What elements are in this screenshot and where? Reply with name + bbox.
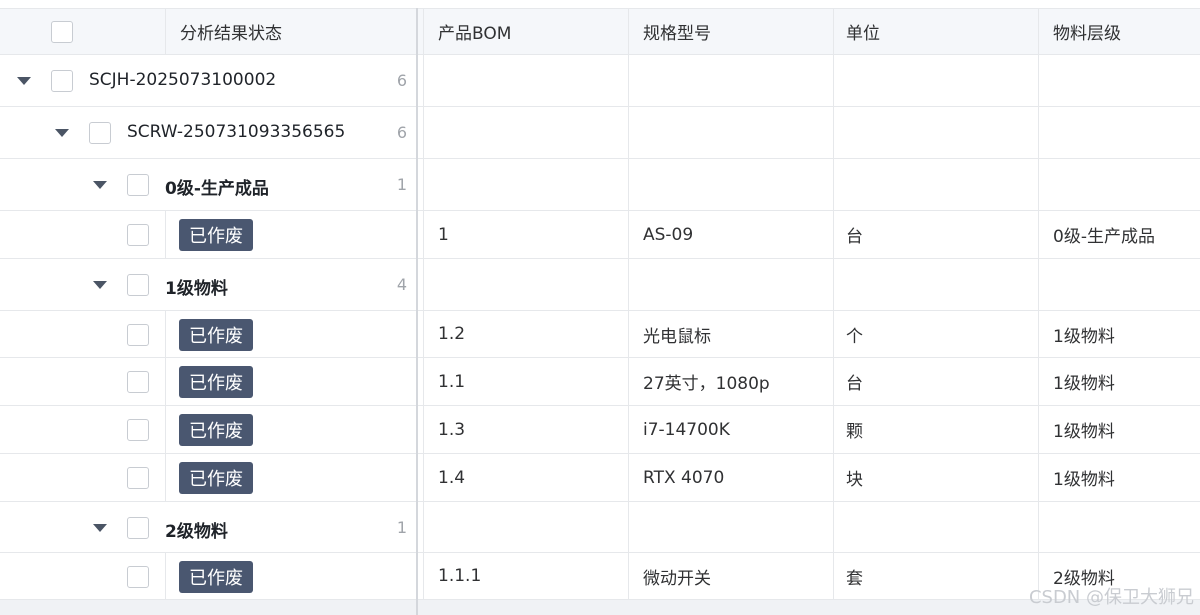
status-badge: 已作废 bbox=[179, 366, 253, 398]
group-row[interactable]: 2级物料 1 bbox=[0, 502, 1200, 553]
cell-level: 1级物料 bbox=[1053, 374, 1115, 394]
cell-bom: 1.2 bbox=[438, 324, 466, 344]
table-row[interactable]: 已作废 1.1.1 微动开关套 2级物料 bbox=[0, 553, 1200, 600]
status-badge: 已作废 bbox=[179, 561, 253, 593]
cell-level: 1级物料 bbox=[1053, 470, 1115, 490]
column-header-level[interactable]: 物料层级 bbox=[1053, 19, 1121, 44]
group-count: 6 bbox=[396, 71, 407, 90]
group-count: 4 bbox=[396, 275, 407, 294]
group-count: 6 bbox=[396, 123, 407, 142]
cell-unit: 块 bbox=[846, 470, 863, 490]
tree-grid: 分析结果状态 产品BOM 规格型号 单位 物料层级 SCJH-202507310… bbox=[0, 0, 1200, 615]
cell-unit: 台 bbox=[846, 374, 863, 394]
cell-spec: 27英寸，1080p bbox=[643, 374, 770, 394]
cell-level: 1级物料 bbox=[1053, 422, 1115, 442]
row-checkbox[interactable] bbox=[127, 566, 149, 588]
group-row[interactable]: SCJH-2025073100002 6 bbox=[0, 55, 1200, 107]
column-header-bom[interactable]: 产品BOM bbox=[438, 19, 511, 44]
group-row[interactable]: 0级-生产成品 1 bbox=[0, 159, 1200, 211]
cell-unit: 颗 bbox=[846, 422, 863, 442]
group-count: 1 bbox=[396, 175, 407, 194]
status-badge: 已作废 bbox=[179, 219, 253, 251]
table-row[interactable]: 已作废 1.3 i7-14700K 颗 1级物料 bbox=[0, 406, 1200, 454]
cell-unit: 套 bbox=[846, 568, 863, 589]
group-row[interactable]: SCRW-250731093356565 6 bbox=[0, 107, 1200, 159]
group-count: 1 bbox=[396, 518, 407, 537]
group-row[interactable]: 1级物料 4 bbox=[0, 259, 1200, 311]
row-checkbox[interactable] bbox=[127, 324, 149, 346]
cell-bom: 1.3 bbox=[438, 419, 466, 440]
cell-spec: i7-14700K bbox=[643, 419, 730, 440]
table-row[interactable]: 已作废 1.2 光电鼠标 个 1级物料 bbox=[0, 311, 1200, 358]
cell-spec: RTX 4070 bbox=[643, 467, 725, 488]
column-header-status[interactable]: 分析结果状态 bbox=[180, 19, 282, 44]
cell-unit: 个 bbox=[846, 326, 863, 347]
row-checkbox[interactable] bbox=[127, 467, 149, 489]
frozen-column-divider[interactable] bbox=[416, 8, 418, 615]
cell-spec: 微动开关 bbox=[643, 568, 711, 589]
table-row[interactable]: 已作废 1.1 27英寸，1080p 台 1级物料 bbox=[0, 358, 1200, 406]
select-all-checkbox[interactable] bbox=[51, 21, 73, 43]
cell-bom: 1.4 bbox=[438, 467, 466, 488]
cell-unit: 台 bbox=[846, 227, 863, 247]
row-checkbox[interactable] bbox=[127, 224, 149, 246]
grid-header: 分析结果状态 产品BOM 规格型号 单位 物料层级 bbox=[0, 8, 1200, 55]
cell-level: 1级物料 bbox=[1053, 326, 1115, 347]
cell-spec: AS-09 bbox=[643, 224, 694, 245]
status-badge: 已作废 bbox=[179, 319, 253, 351]
status-badge: 已作废 bbox=[179, 462, 253, 494]
cell-spec: 光电鼠标 bbox=[643, 326, 711, 347]
table-row[interactable]: 已作废 1 AS-09 台 0级-生产成品 bbox=[0, 211, 1200, 259]
cell-level: 0级-生产成品 bbox=[1053, 227, 1155, 247]
cell-bom: 1 bbox=[438, 224, 449, 245]
column-header-spec[interactable]: 规格型号 bbox=[643, 19, 711, 44]
grid-footer bbox=[0, 600, 1200, 615]
watermark: CSDN @保卫大狮兄 bbox=[1028, 587, 1194, 608]
column-header-unit[interactable]: 单位 bbox=[846, 19, 880, 44]
cell-bom: 1.1.1 bbox=[438, 566, 482, 586]
row-checkbox[interactable] bbox=[127, 371, 149, 393]
cell-bom: 1.1 bbox=[438, 371, 466, 392]
table-row[interactable]: 已作废 1.4 RTX 4070 块 1级物料 bbox=[0, 454, 1200, 502]
row-checkbox[interactable] bbox=[127, 419, 149, 441]
status-badge: 已作废 bbox=[179, 414, 253, 446]
